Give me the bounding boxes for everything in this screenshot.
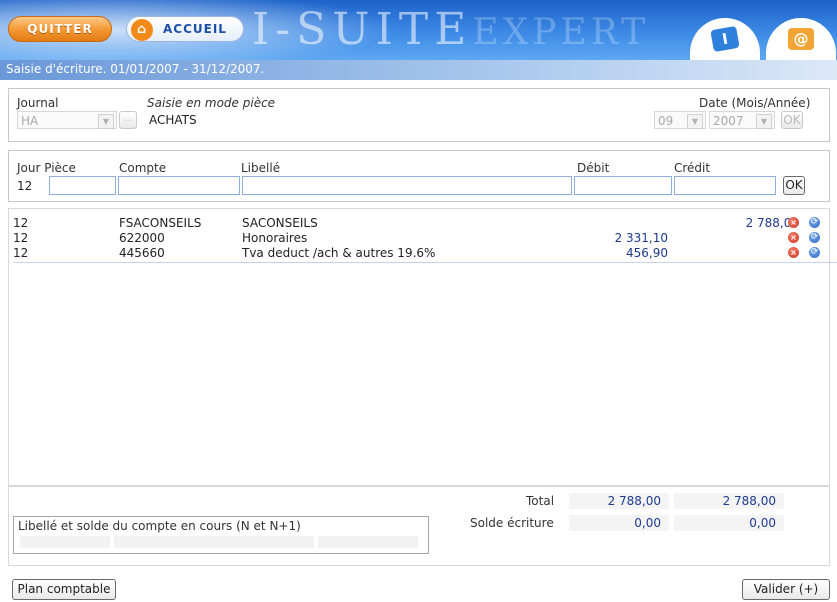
account-info-label: Libellé et solde du compte en cours (N e… xyxy=(18,519,301,533)
home-icon: ⌂ xyxy=(131,19,153,41)
chevron-down-icon: ▼ xyxy=(98,114,114,129)
cell-libelle: SACONSEILS xyxy=(242,216,318,230)
total-credit: 2 788,00 xyxy=(674,493,784,509)
year-value: 2007 xyxy=(713,114,744,128)
delete-icon[interactable]: × xyxy=(788,217,799,228)
app-logo: I-SUITEEXPERT xyxy=(252,4,649,55)
entry-panel: Jour Pièce Compte Libellé Débit Crédit 1… xyxy=(8,150,830,202)
info-icon: I xyxy=(710,25,740,53)
solde-credit: 0,00 xyxy=(674,515,784,531)
header-libelle: Libellé xyxy=(241,161,281,175)
cell-compte: FSACONSEILS xyxy=(119,216,202,230)
account-balance-field xyxy=(318,536,418,548)
refresh-icon[interactable]: ⟳ xyxy=(809,217,820,228)
journal-panel: Journal HA ▼ ... Saisie en mode pièce AC… xyxy=(8,88,830,142)
page-title: Saisie d'écriture. 01/01/2007 - 31/12/20… xyxy=(6,62,265,76)
journal-label: Journal xyxy=(17,96,59,110)
chart-of-accounts-button[interactable]: Plan comptable xyxy=(12,579,116,600)
entry-ok-button[interactable]: OK xyxy=(783,176,805,195)
cell-jour: 12 xyxy=(13,216,29,230)
solde-label: Solde écriture xyxy=(470,516,554,530)
journal-select[interactable]: HA ▼ xyxy=(17,111,117,129)
cell-libelle: Honoraires xyxy=(242,231,308,245)
solde-debit: 0,00 xyxy=(569,515,669,531)
cell-libelle: Tva deduct /ach & autres 19.6% xyxy=(242,246,436,260)
home-button[interactable]: ⌂ ACCUEIL xyxy=(126,16,244,42)
header-jour-piece: Jour Pièce xyxy=(17,161,76,175)
delete-icon[interactable]: × xyxy=(788,232,799,243)
cell-debit: 456,90 xyxy=(626,246,668,260)
mode-label: Saisie en mode pièce xyxy=(147,96,276,110)
account-code-field xyxy=(20,536,110,548)
total-label: Total xyxy=(526,494,555,508)
cell-debit: 2 331,10 xyxy=(614,231,668,245)
total-debit: 2 788,00 xyxy=(569,493,669,509)
account-info-box: Libellé et solde du compte en cours (N e… xyxy=(13,516,429,554)
top-banner: QUITTER ⌂ ACCUEIL I-SUITEEXPERT I @ xyxy=(0,0,837,60)
jour-input[interactable]: 12 xyxy=(13,176,47,195)
header-credit: Crédit xyxy=(674,161,711,175)
header-compte: Compte xyxy=(119,161,167,175)
cell-jour: 12 xyxy=(13,246,29,260)
cell-compte: 445660 xyxy=(119,246,165,260)
quit-button[interactable]: QUITTER xyxy=(8,16,112,42)
delete-icon[interactable]: × xyxy=(788,247,799,258)
header-debit: Débit xyxy=(577,161,610,175)
cell-jour: 12 xyxy=(13,231,29,245)
tab-mail[interactable]: @ xyxy=(766,18,836,60)
tab-info[interactable]: I xyxy=(690,18,760,60)
compte-input[interactable] xyxy=(118,176,240,195)
cell-compte: 622000 xyxy=(119,231,165,245)
title-bar: Saisie d'écriture. 01/01/2007 - 31/12/20… xyxy=(0,60,837,80)
logo-main-text: I-SUITE xyxy=(252,4,473,55)
jour-value: 12 xyxy=(17,179,33,193)
chevron-down-icon: ▼ xyxy=(687,114,703,129)
libelle-input[interactable] xyxy=(242,176,572,195)
date-label: Date (Mois/Année) xyxy=(699,96,811,110)
date-ok-button[interactable]: OK xyxy=(781,111,803,129)
mode-field: ACHATS xyxy=(145,110,645,128)
table-row[interactable]: 12 445660 Tva deduct /ach & autres 19.6%… xyxy=(13,246,837,263)
logo-sub-text: EXPERT xyxy=(472,12,650,53)
mode-value: ACHATS xyxy=(149,113,197,127)
totals-panel: Total 2 788,00 2 788,00 Solde écriture 0… xyxy=(8,486,830,566)
table-row[interactable]: 12 FSACONSEILS SACONSEILS 2 788,00 × ⟳ xyxy=(13,216,837,230)
debit-input[interactable] xyxy=(574,176,672,195)
journal-value: HA xyxy=(21,114,39,128)
validate-button[interactable]: Valider (+) xyxy=(742,579,830,600)
month-value: 09 xyxy=(658,114,674,128)
mail-icon: @ xyxy=(788,28,814,50)
home-button-label: ACCUEIL xyxy=(163,22,227,36)
account-name-field xyxy=(114,536,314,548)
entries-grid: 12 FSACONSEILS SACONSEILS 2 788,00 × ⟳ 1… xyxy=(8,208,837,486)
credit-input[interactable] xyxy=(674,176,776,195)
refresh-icon[interactable]: ⟳ xyxy=(809,232,820,243)
piece-input[interactable] xyxy=(49,176,116,195)
year-select[interactable]: 2007 ▼ xyxy=(709,111,775,129)
month-select[interactable]: 09 ▼ xyxy=(654,111,706,129)
table-row[interactable]: 12 622000 Honoraires 2 331,10 × ⟳ xyxy=(13,231,837,245)
refresh-icon[interactable]: ⟳ xyxy=(809,247,820,258)
chevron-down-icon: ▼ xyxy=(756,114,772,129)
journal-browse-button[interactable]: ... xyxy=(119,111,137,129)
